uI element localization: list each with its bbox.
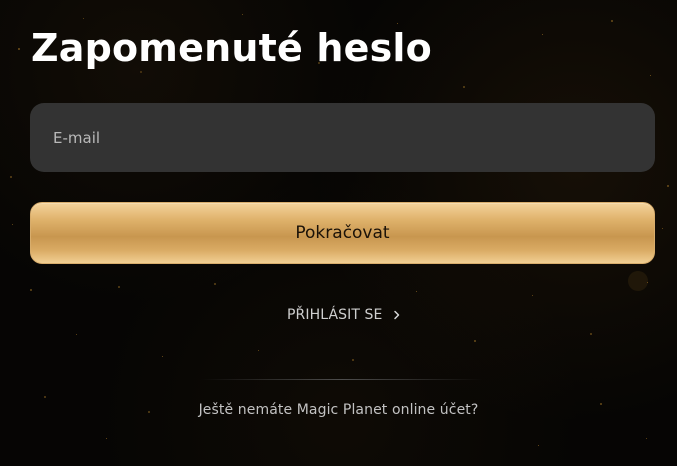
login-link-label: PŘIHLÁSIT SE — [287, 307, 383, 323]
login-link[interactable]: PŘIHLÁSIT SE — [287, 307, 403, 323]
page-title: Zapomenuté heslo — [31, 26, 432, 70]
chevron-right-icon — [391, 309, 403, 321]
continue-button[interactable]: Pokračovat — [30, 202, 655, 264]
signup-prompt: Ještě nemáte Magic Planet online účet? — [198, 402, 479, 418]
email-field[interactable] — [30, 103, 655, 172]
divider — [201, 379, 483, 380]
